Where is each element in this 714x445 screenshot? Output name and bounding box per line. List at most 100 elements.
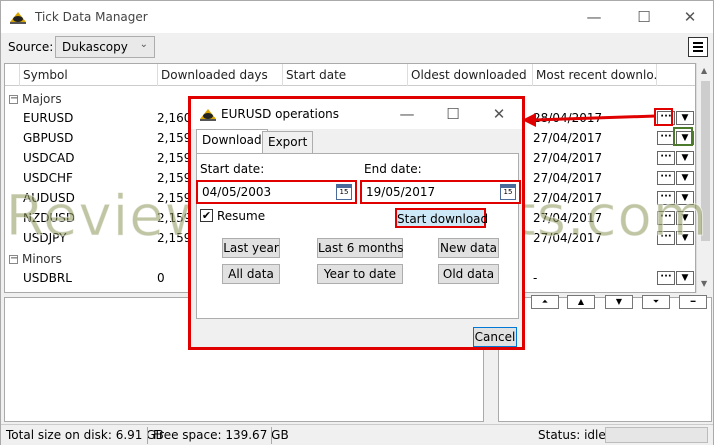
cell-recent: 27/04/2017 [533,131,603,145]
app-logo-icon [200,109,216,121]
status-bar: Total size on disk: 6.91 GB Free space: … [1,424,713,445]
cell-symbol: EURUSD [23,111,74,125]
dropdown-arrow-icon[interactable]: ▼ [676,151,694,165]
start-date-value: 04/05/2003 [202,185,272,199]
cell-days: 2,159 [157,211,192,225]
cell-recent: 27/04/2017 [533,171,603,185]
cell-recent: 27/04/2017 [533,191,603,205]
end-date-label: End date: [364,162,422,176]
app-logo-icon [10,12,26,24]
dropdown-arrow-icon[interactable]: ▼ [676,271,694,285]
source-select[interactable]: Dukascopy ⌄ [55,36,155,58]
group-majors[interactable]: − Majors [9,90,62,108]
cell-symbol: AUDUSD [23,191,75,205]
remove-icon[interactable]: ━ [679,295,707,309]
cell-symbol: USDJPY [23,231,67,245]
scroll-thumb[interactable] [701,81,710,241]
ellipsis-icon[interactable]: ··· [657,191,675,205]
collapse-icon: − [9,253,19,264]
ellipsis-icon[interactable]: ··· [657,111,675,125]
cell-days: 2,159 [157,171,192,185]
header-start-date[interactable]: Start date [282,64,407,86]
download-panel: Start date: 04/05/2003 15 End date: 19/0… [196,153,521,319]
resume-checkbox[interactable]: ✔ [200,209,213,222]
cell-days: 0 [157,271,165,285]
group-label: Minors [22,252,62,266]
dialog-title-bar: EURUSD operations — ☐ ✕ [191,99,522,129]
cell-symbol: USDCAD [23,151,75,165]
minimize-button[interactable]: — [571,1,617,33]
last-year-button[interactable]: Last year [222,238,280,258]
maximize-button[interactable]: ☐ [433,99,473,131]
scroll-up-icon[interactable]: ▲ [701,66,707,75]
ellipsis-icon[interactable]: ··· [657,231,675,245]
hamburger-menu-icon[interactable] [688,37,708,57]
close-button[interactable]: ✕ [479,99,519,131]
vertical-scrollbar[interactable]: ▲ ▼ [696,63,713,293]
cell-symbol: GBPUSD [23,131,74,145]
start-download-button[interactable]: Start download [395,208,488,228]
calendar-icon[interactable]: 15 [336,184,352,200]
source-value: Dukascopy [62,40,128,54]
dropdown-arrow-icon[interactable]: ▼ [676,111,694,125]
cell-recent: 27/04/2017 [533,151,603,165]
ellipsis-icon[interactable]: ··· [657,131,675,145]
chevron-down-icon: ⌄ [139,39,148,50]
ellipsis-icon[interactable]: ··· [657,271,675,285]
dropdown-arrow-icon[interactable]: ▼ [676,211,694,225]
move-bottom-icon[interactable]: ⏷ [642,295,670,309]
dropdown-arrow-icon[interactable]: ▼ [676,191,694,205]
cancel-button[interactable]: Cancel [473,327,517,347]
group-minors[interactable]: − Minors [9,250,62,268]
cell-symbol: NZDUSD [23,211,76,225]
cell-recent: 28/04/2017 [533,111,603,125]
move-down-icon[interactable]: ▼ [605,295,633,309]
move-top-icon[interactable]: ⏶ [531,295,559,309]
header-oldest-downloaded[interactable]: Oldest downloaded [407,64,532,86]
status-text: Status: idle [538,428,606,442]
move-up-icon[interactable]: ▲ [567,295,595,309]
cell-recent: 27/04/2017 [533,211,603,225]
new-data-button[interactable]: New data [438,238,499,258]
all-data-button[interactable]: All data [222,264,280,284]
last-6-months-button[interactable]: Last 6 months [317,238,403,258]
title-bar: Tick Data Manager — ☐ ✕ [1,1,713,33]
cell-days: 2,159 [157,231,192,245]
tab-download[interactable]: Download [196,129,268,153]
group-label: Majors [22,92,62,106]
old-data-button[interactable]: Old data [438,264,499,284]
detail-panel [498,297,712,422]
window-title: Tick Data Manager [35,10,148,24]
dropdown-arrow-icon[interactable]: ▼ [676,131,694,145]
dialog-title: EURUSD operations [221,107,340,121]
minimize-button[interactable]: — [387,99,427,131]
header-downloaded-days[interactable]: Downloaded days [157,64,282,86]
cell-days: 2,159 [157,151,192,165]
collapse-icon: − [9,93,19,104]
tab-export[interactable]: Export [262,131,314,153]
ellipsis-icon[interactable]: ··· [657,151,675,165]
header-symbol[interactable]: Symbol [19,64,157,86]
operations-dialog: EURUSD operations — ☐ ✕ Download Export … [188,96,525,350]
maximize-button[interactable]: ☐ [621,1,667,33]
cell-recent: 27/04/2017 [533,231,603,245]
grid-header: Symbol Downloaded days Start date Oldest… [5,64,695,86]
source-label: Source: [8,40,54,54]
calendar-icon[interactable]: 15 [500,184,516,200]
cell-symbol: USDCHF [23,171,73,185]
ellipsis-icon[interactable]: ··· [657,211,675,225]
end-date-field[interactable]: 19/05/2017 15 [360,180,521,204]
cell-recent: - [533,271,538,285]
ellipsis-icon[interactable]: ··· [657,171,675,185]
dropdown-arrow-icon[interactable]: ▼ [676,231,694,245]
cell-days: 2,159 [157,191,192,205]
header-most-recent[interactable]: Most recent downlo... [532,64,656,86]
year-to-date-button[interactable]: Year to date [317,264,403,284]
dropdown-arrow-icon[interactable]: ▼ [676,171,694,185]
disk-size-text: Total size on disk: 6.91 GB [6,428,164,442]
start-date-field[interactable]: 04/05/2003 15 [196,180,357,204]
scroll-down-icon[interactable]: ▼ [701,279,707,288]
close-button[interactable]: ✕ [667,1,713,33]
progress-bar [605,427,708,443]
free-space-text: Free space: 139.67 GB [153,428,289,442]
